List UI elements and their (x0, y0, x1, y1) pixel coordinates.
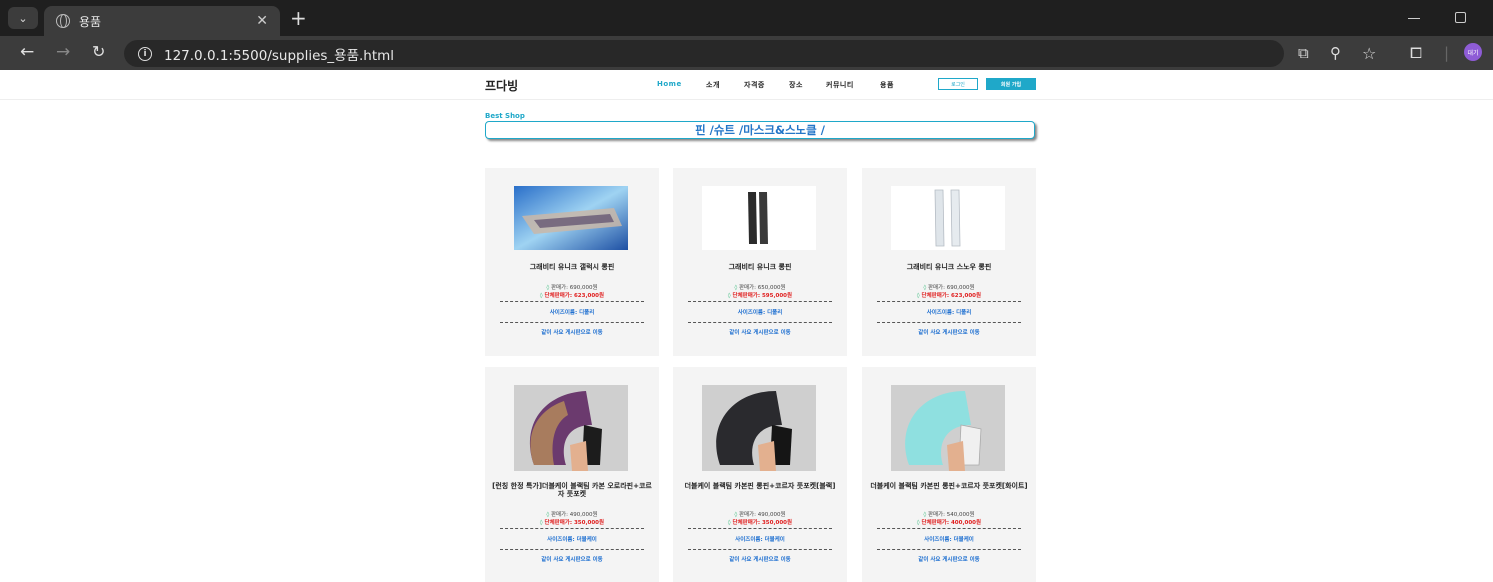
divider (688, 322, 832, 323)
divider (500, 301, 644, 302)
board-link[interactable]: 같이 사요 게시판으로 이동 (673, 328, 847, 336)
signup-button[interactable]: 회원 가입 (986, 78, 1036, 90)
product-image (702, 385, 816, 471)
product-name[interactable]: 더블케이 블랙팀 카본핀 롱핀+코르자 풋포켓[화이트] (866, 482, 1032, 490)
product-price: ◊ 판매가: 690,000원 (923, 285, 975, 291)
zoom-icon[interactable]: ⚲ (1330, 44, 1341, 62)
product-image (514, 186, 628, 250)
nav-intro[interactable]: 소개 (706, 80, 720, 90)
minimize-icon[interactable] (1408, 18, 1420, 19)
group-price: ◊ 단체판매가: 623,000원 (916, 293, 982, 299)
size-link[interactable]: 사이즈이름: 디폴리 (673, 308, 847, 316)
address-bar[interactable]: i 127.0.0.1:5500/supplies_용품.html (124, 40, 1284, 67)
toolbar-divider: | (1444, 44, 1450, 62)
product-name[interactable]: 그래비티 유니크 롱핀 (677, 263, 843, 271)
product-price: ◊ 판매가: 690,000원 (546, 285, 598, 291)
globe-icon (56, 14, 70, 28)
restore-icon[interactable] (1455, 12, 1466, 23)
site-logo[interactable]: 프다빙 (485, 77, 518, 94)
size-link[interactable]: 사이즈이름: 더블케이 (485, 535, 659, 543)
nav-license[interactable]: 자격증 (744, 80, 765, 90)
tab-search-button[interactable]: ⌄ (8, 7, 38, 29)
divider (688, 301, 832, 302)
product-image (891, 186, 1005, 250)
new-tab-button[interactable]: + (290, 8, 307, 28)
forward-icon[interactable]: → (56, 42, 70, 62)
size-link[interactable]: 사이즈이름: 디폴리 (862, 308, 1036, 316)
product-name[interactable]: [런칭 한정 특가]더블케이 블랙팀 카본 오로라핀+코르자 풋포켓 (489, 482, 655, 498)
browser-tab[interactable]: 용품 ✕ (44, 6, 280, 36)
product-name[interactable]: 그래비티 유니크 스노우 롱핀 (866, 263, 1032, 271)
browser-tab-bar: ⌄ 용품 ✕ + (0, 0, 1493, 36)
browser-toolbar: ← → ↻ i 127.0.0.1:5500/supplies_용품.html … (0, 36, 1493, 70)
divider (500, 549, 644, 550)
divider (688, 549, 832, 550)
product-price: ◊ 판매가: 650,000원 (734, 285, 786, 291)
profile-avatar[interactable]: 대기 (1464, 43, 1482, 61)
board-link[interactable]: 같이 사요 게시판으로 이동 (485, 555, 659, 563)
nav-place[interactable]: 장소 (789, 80, 803, 90)
group-price: ◊ 단체판매가: 623,000원 (539, 293, 605, 299)
board-link[interactable]: 같이 사요 게시판으로 이동 (485, 328, 659, 336)
divider (500, 322, 644, 323)
product-card[interactable]: [런칭 한정 특가]더블케이 블랙팀 카본 오로라핀+코르자 풋포켓 ◊ 판매가… (485, 367, 659, 582)
product-image (891, 385, 1005, 471)
product-price: ◊ 판매가: 540,000원 (923, 512, 975, 518)
product-card[interactable]: 그래비티 유니크 스노우 롱핀 ◊ 판매가: 690,000원 ◊ 단체판매가:… (862, 168, 1036, 356)
divider (877, 301, 1021, 302)
group-price: ◊ 단체판매가: 350,000원 (539, 520, 605, 526)
back-icon[interactable]: ← (20, 42, 34, 62)
group-price: ◊ 단체판매가: 350,000원 (727, 520, 793, 526)
url-text: 127.0.0.1:5500/supplies_용품.html (164, 47, 395, 64)
divider (877, 549, 1021, 550)
reload-icon[interactable]: ↻ (92, 42, 105, 62)
size-link[interactable]: 사이즈이름: 더블케이 (673, 535, 847, 543)
divider (877, 528, 1021, 529)
tab-title: 용품 (79, 14, 102, 29)
nav-supplies[interactable]: 용품 (880, 80, 894, 90)
product-card[interactable]: 그래비티 유니크 갤럭시 롱핀 ◊ 판매가: 690,000원 ◊ 단체판매가:… (485, 168, 659, 356)
translate-icon[interactable]: ⧉ (1298, 44, 1309, 62)
product-image (514, 385, 628, 471)
size-link[interactable]: 사이즈이름: 더블케이 (862, 535, 1036, 543)
chevron-down-icon: ⌄ (18, 11, 28, 25)
size-link[interactable]: 사이즈이름: 디폴리 (485, 308, 659, 316)
bookmark-star-icon[interactable]: ☆ (1362, 44, 1376, 63)
group-price: ◊ 단체판매가: 400,000원 (916, 520, 982, 526)
product-price: ◊ 판매가: 490,000원 (734, 512, 786, 518)
site-info-icon[interactable]: i (138, 46, 152, 61)
login-button[interactable]: 로그인 (938, 78, 978, 90)
extensions-icon[interactable]: ⧠ (1410, 44, 1422, 62)
site-header: 프다빙 Home 소개 자격증 장소 커뮤니티 용품 로그인 회원 가입 (0, 70, 1493, 100)
product-card[interactable]: 더블케이 블랙팀 카본핀 롱핀+코르자 풋포켓[블랙] ◊ 판매가: 490,0… (673, 367, 847, 582)
nav-community[interactable]: 커뮤니티 (826, 80, 854, 90)
product-price: ◊ 판매가: 490,000원 (546, 512, 598, 518)
divider (877, 322, 1021, 323)
product-name[interactable]: 그래비티 유니크 갤럭시 롱핀 (489, 263, 655, 271)
board-link[interactable]: 같이 사요 게시판으로 이동 (862, 328, 1036, 336)
close-tab-icon[interactable]: ✕ (256, 13, 268, 29)
product-name[interactable]: 더블케이 블랙팀 카본핀 롱핀+코르자 풋포켓[블랙] (677, 482, 843, 490)
board-link[interactable]: 같이 사요 게시판으로 이동 (673, 555, 847, 563)
board-link[interactable]: 같이 사요 게시판으로 이동 (862, 555, 1036, 563)
divider (500, 528, 644, 529)
product-card[interactable]: 더블케이 블랙팀 카본핀 롱핀+코르자 풋포켓[화이트] ◊ 판매가: 540,… (862, 367, 1036, 582)
product-card[interactable]: 그래비티 유니크 롱핀 ◊ 판매가: 650,000원 ◊ 단체판매가: 595… (673, 168, 847, 356)
product-image (702, 186, 816, 250)
divider (688, 528, 832, 529)
category-filter[interactable]: 핀 /슈트 /마스크&스노클 / (485, 121, 1035, 139)
group-price: ◊ 단체판매가: 595,000원 (727, 293, 793, 299)
section-label: Best Shop (485, 112, 525, 120)
nav-home[interactable]: Home (657, 80, 682, 88)
